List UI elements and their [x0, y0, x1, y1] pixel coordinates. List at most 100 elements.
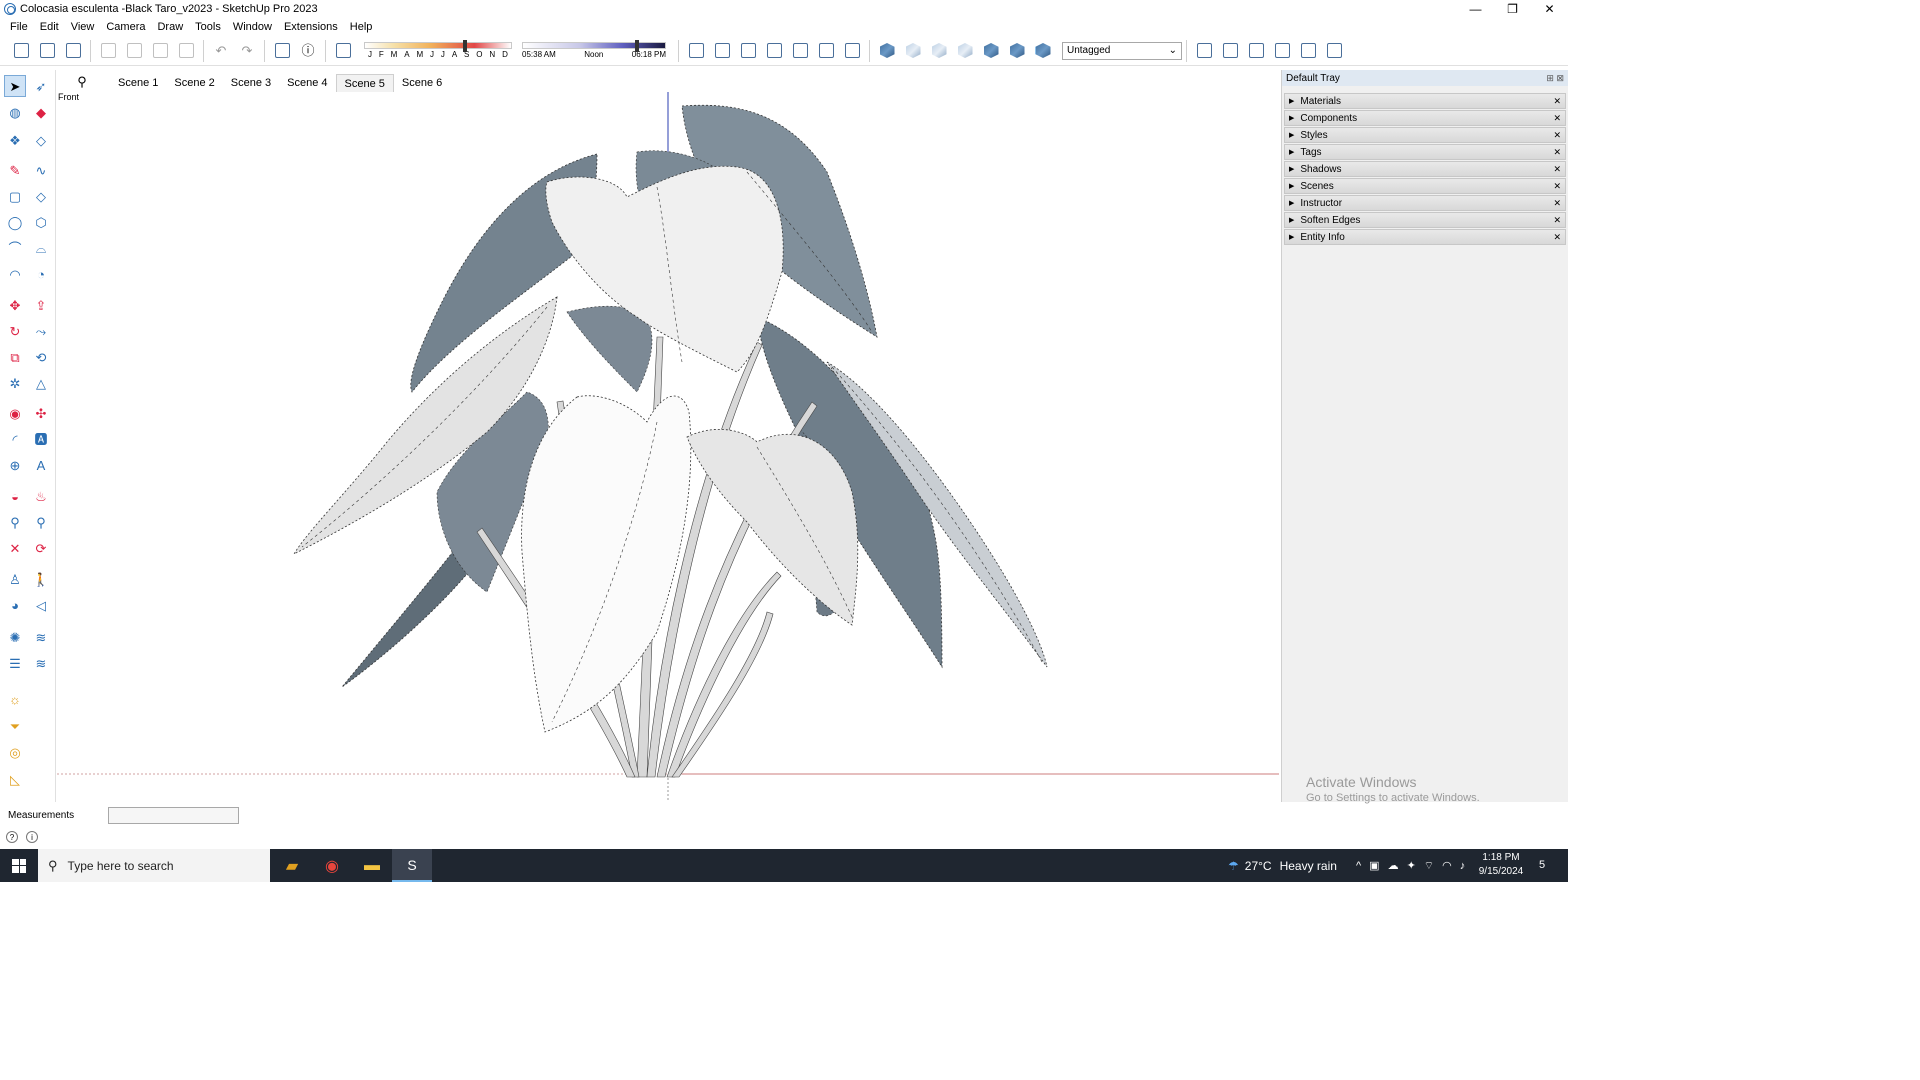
pie-tool[interactable]: ◔ — [30, 263, 52, 285]
notification-center-button[interactable]: 5 — [1532, 856, 1552, 874]
extension-tool-3[interactable]: ◺ — [4, 768, 26, 790]
start-button[interactable] — [0, 849, 38, 882]
minimize-button[interactable]: — — [1457, 0, 1494, 18]
scale-tool[interactable]: ⧉ — [4, 346, 26, 368]
tray-panel-instructor[interactable]: ▶ Instructor ✕ — [1284, 195, 1566, 211]
shadow-time-slider[interactable]: 05:38 AM Noon 06:18 PM — [522, 40, 666, 59]
menu-tools[interactable]: Tools — [189, 21, 227, 33]
undo-button[interactable]: ↶ — [210, 40, 232, 62]
follow-me-tool[interactable]: ⤳ — [30, 320, 52, 342]
tab-scene-2[interactable]: Scene 2 — [166, 74, 222, 92]
shaded-button[interactable] — [980, 40, 1002, 62]
close-icon[interactable]: ✕ — [1553, 147, 1561, 158]
trim-button[interactable] — [1297, 40, 1319, 62]
taskbar-app-sketchup[interactable]: S — [392, 849, 432, 882]
3d-text-tool[interactable]: A — [30, 454, 52, 476]
menu-help[interactable]: Help — [344, 21, 379, 33]
close-button[interactable]: ✕ — [1531, 0, 1568, 18]
axes-tool[interactable]: ⊕ — [4, 454, 26, 476]
shadow-date-track[interactable] — [364, 40, 512, 52]
taskbar-clock[interactable]: 1:18 PM 9/15/2024 — [1478, 851, 1524, 879]
search-icon[interactable]: ⚲ — [72, 72, 92, 92]
push-pull-tool[interactable]: ⇪ — [30, 294, 52, 316]
eraser-tool[interactable]: ◆ — [30, 101, 52, 123]
tag-tool[interactable]: ◇ — [30, 129, 52, 151]
mirror-tool[interactable]: △ — [30, 372, 52, 394]
close-icon[interactable]: ✕ — [1553, 113, 1561, 124]
rectangle-tool[interactable]: ▢ — [4, 185, 26, 207]
shadow-time-track[interactable] — [522, 40, 666, 52]
tray-panel-soften-edges[interactable]: ▶ Soften Edges ✕ — [1284, 212, 1566, 228]
close-icon[interactable]: ✕ — [1553, 130, 1561, 141]
close-icon[interactable]: ✕ — [1553, 198, 1561, 209]
shadow-date-thumb[interactable] — [462, 40, 467, 52]
menu-window[interactable]: Window — [227, 21, 278, 33]
menu-file[interactable]: File — [4, 21, 34, 33]
make-component-tool[interactable]: ❖ — [4, 129, 26, 151]
shaded-textures-button[interactable] — [1006, 40, 1028, 62]
close-icon[interactable]: ✕ — [1553, 164, 1561, 175]
back-edges-button[interactable] — [902, 40, 924, 62]
menu-extensions[interactable]: Extensions — [278, 21, 344, 33]
app-tray-icon[interactable]: ▣ — [1369, 859, 1379, 872]
shadow-toggle-button[interactable] — [332, 40, 354, 62]
tab-scene-4[interactable]: Scene 4 — [279, 74, 335, 92]
extension-tool-1[interactable]: ⏷ — [4, 715, 26, 737]
outer-shell-button[interactable] — [1193, 40, 1215, 62]
union-button[interactable] — [1245, 40, 1267, 62]
new-file-button[interactable] — [10, 40, 32, 62]
tape-measure-tool[interactable]: ◉ — [4, 402, 26, 424]
taskbar-app-chrome[interactable]: ◉ — [312, 849, 352, 882]
text-tool[interactable]: 🅰 — [30, 428, 52, 450]
tray-panel-styles[interactable]: ▶ Styles ✕ — [1284, 127, 1566, 143]
tab-scene-3[interactable]: Scene 3 — [223, 74, 279, 92]
subtract-button[interactable] — [1271, 40, 1293, 62]
erase-button[interactable] — [175, 40, 197, 62]
select-tool[interactable]: ➤ — [4, 75, 26, 97]
close-icon[interactable]: ✕ — [1553, 181, 1561, 192]
walk-tool[interactable]: 🚶 — [30, 568, 52, 590]
chevron-up-icon[interactable]: ^ — [1356, 860, 1361, 872]
view-front-button[interactable] — [737, 40, 759, 62]
warehouse-tool[interactable]: ☼ — [4, 688, 26, 710]
active-tag-dropdown[interactable]: Untagged ⌄ — [1062, 41, 1182, 60]
close-icon[interactable]: ✕ — [1553, 232, 1561, 243]
tray-panel-shadows[interactable]: ▶ Shadows ✕ — [1284, 161, 1566, 177]
extension-tool-2[interactable]: ◎ — [4, 741, 26, 763]
copy-button[interactable] — [123, 40, 145, 62]
menu-view[interactable]: View — [65, 21, 101, 33]
xray-button[interactable] — [876, 40, 898, 62]
stamp-tool[interactable]: ≋ — [30, 652, 52, 674]
tray-panel-tags[interactable]: ▶ Tags ✕ — [1284, 144, 1566, 160]
credits-info-icon[interactable]: i — [26, 831, 38, 843]
paint-bucket-tool[interactable]: ◍ — [4, 101, 26, 123]
dimension-tool[interactable]: ✣ — [30, 402, 52, 424]
paste-button[interactable] — [149, 40, 171, 62]
three-point-arc-tool[interactable]: ◠ — [4, 263, 26, 285]
redo-button[interactable]: ↷ — [236, 40, 258, 62]
zoom-window-tool[interactable]: ⚲ — [30, 511, 52, 533]
monochrome-button[interactable] — [1032, 40, 1054, 62]
shadow-date-slider[interactable]: JFMAMJJASOND — [364, 40, 512, 59]
restore-button[interactable]: ❐ — [1494, 0, 1531, 18]
geolocation-icon[interactable]: ? — [6, 831, 18, 843]
circle-tool[interactable]: ◯ — [4, 211, 26, 233]
view-left-button[interactable] — [815, 40, 837, 62]
volume-icon[interactable]: ♪ — [1460, 860, 1466, 872]
section-plane-tool[interactable]: ◒ — [4, 485, 26, 507]
print-button[interactable] — [271, 40, 293, 62]
model-info-button[interactable]: ⓘ — [297, 40, 319, 62]
arc-tool[interactable]: ⌒ — [4, 237, 26, 259]
line-tool[interactable]: ✎ — [4, 159, 26, 181]
flip-tool[interactable]: ✲ — [4, 372, 26, 394]
weather-widget[interactable]: ☂ 27°C Heavy rain — [1228, 849, 1337, 882]
tray-panel-components[interactable]: ▶ Components ✕ — [1284, 110, 1566, 126]
wifi-icon[interactable]: ◠ — [1442, 859, 1452, 872]
menu-edit[interactable]: Edit — [34, 21, 65, 33]
network-icon[interactable]: ⌔ — [1424, 859, 1434, 873]
tab-scene-5[interactable]: Scene 5 — [335, 74, 394, 92]
open-file-button[interactable] — [36, 40, 58, 62]
zoom-tool[interactable]: ⚲ — [4, 511, 26, 533]
onedrive-icon[interactable]: ☁ — [1388, 859, 1399, 872]
view-back-button[interactable] — [789, 40, 811, 62]
